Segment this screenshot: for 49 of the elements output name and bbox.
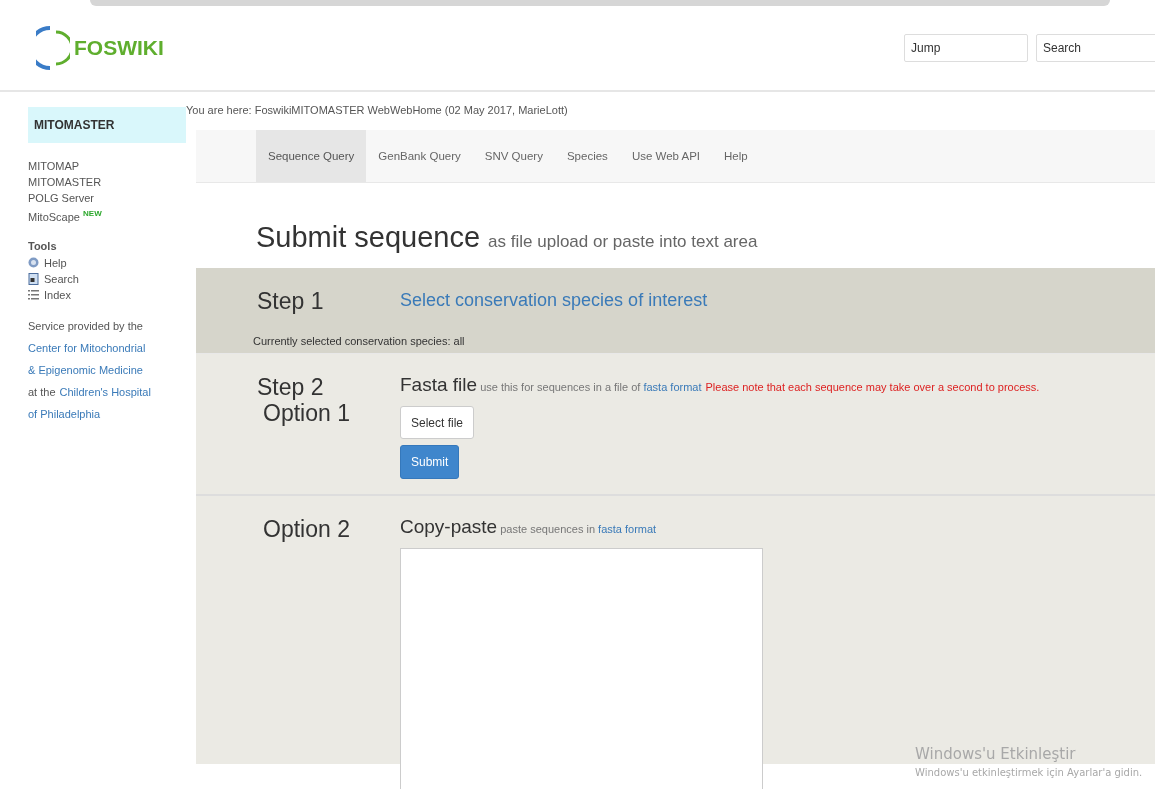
submit-button[interactable]: Submit (400, 445, 460, 479)
warning-text: Please note that each sequence may take over a second to process. (705, 381, 1040, 393)
sidebar-link[interactable]: MITOMASTER (28, 176, 102, 188)
step-label: Step 2 (257, 374, 325, 400)
option-label: Option 2 (262, 516, 350, 542)
sidebar-link[interactable]: MitoScape (28, 210, 80, 223)
fasta-hint: use this for sequences in a file of (480, 381, 641, 393)
list-icon (28, 289, 39, 300)
service-link[interactable]: Children's Hospital (59, 380, 151, 403)
service-link[interactable]: Center for Mitochondrial (28, 336, 146, 359)
copy-paste-hint: paste sequences in (500, 523, 596, 535)
page-title: Submit sequence (256, 223, 481, 252)
step-label: Step 1 (257, 288, 324, 314)
nav-tab[interactable]: Species (554, 130, 620, 182)
fasta-format-link[interactable]: fasta format (643, 381, 702, 393)
help-icon (28, 257, 39, 269)
fasta-title: Fasta file (400, 374, 478, 395)
tool-link[interactable]: Index (44, 286, 71, 303)
species-link[interactable]: Select conservation species of interest (400, 288, 708, 315)
new-label: NEW (83, 209, 102, 218)
nav-tab[interactable]: Sequence Query (256, 130, 367, 182)
nav-tab[interactable]: SNV Query (472, 130, 555, 182)
nav-tab[interactable]: Use Web API (619, 130, 713, 182)
search-field[interactable]: Search (1036, 34, 1155, 62)
species-status: Currently selected conservation species: all (252, 335, 466, 347)
service-link[interactable]: of Philadelphia (28, 402, 101, 425)
activation-message: Windows'u etkinleştirmek için Ayarlar'a gidin. (915, 767, 1143, 778)
sequence-text-area[interactable] (400, 548, 763, 789)
sidebar-title[interactable]: MITOMASTER (28, 107, 186, 143)
sidebar-link[interactable]: MITOMAP (28, 160, 80, 172)
copy-paste-title: Copy-paste (400, 516, 498, 537)
tool-link[interactable]: Search (44, 270, 79, 287)
service-text: at the (28, 384, 56, 400)
breadcrumb: You are here: FoswikiMITOMASTER WebWebHome (02 May 2017, MarieLott) (186, 104, 569, 118)
service-text: Service provided by the (28, 318, 143, 334)
page-subtitle: as file upload or paste into text area (488, 232, 758, 252)
fasta-format-link[interactable]: fasta format (598, 523, 657, 535)
tools-heading: Tools (28, 238, 58, 254)
option-label: Option 1 (262, 400, 351, 426)
logo-icon (36, 24, 70, 72)
jump-field[interactable]: Jump (904, 34, 1028, 62)
sidebar-link[interactable]: POLG Server (28, 192, 95, 204)
tool-link[interactable]: Help (44, 254, 67, 271)
activation-title: Windows'u Etkinleştir (915, 745, 1077, 763)
nav-tab[interactable]: Help (712, 130, 760, 182)
nav-tab[interactable]: GenBank Query (366, 130, 473, 182)
select-file-button[interactable]: Select file (400, 406, 475, 439)
book-icon (28, 272, 39, 285)
service-link[interactable]: & Epigenomic Medicine (28, 358, 143, 381)
